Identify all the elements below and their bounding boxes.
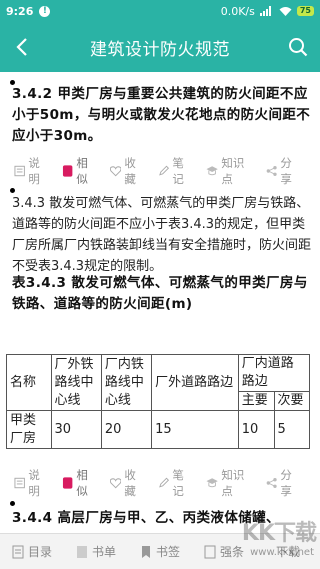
similar-label: 相似 [76,156,88,186]
similar-button[interactable]: 相似 [62,467,98,499]
booklist-icon [76,545,87,558]
bullet [10,501,15,506]
note-icon [14,165,25,177]
page-title: 建筑设计防火规范 [90,39,230,60]
action-row: 说明 相似 收藏 笔记 知识点 分享 [14,468,314,498]
favorite-button[interactable]: 收藏 [110,467,146,499]
nav-booklist-label: 书单 [91,545,116,559]
notes-label: 笔记 [172,156,184,186]
share-icon [266,477,277,489]
nav-bookmark[interactable]: 书签 [128,543,192,560]
battery-icon: 75 [296,6,314,16]
table-title: 表3.4.3 散发可燃气体、可燃蒸气的甲类厂房与铁路、道路等的防火间距(m) [12,275,308,312]
cell-outer-rail: 30 [50,410,102,449]
cell-main: 10 [237,410,275,449]
watermark-url: www.kkx.net [250,547,314,558]
catalog-icon [12,545,24,558]
header-inner-road: 厂内道路路边 [237,354,311,392]
pen-icon [159,165,170,176]
strong-icon [204,545,216,558]
share-label: 分享 [280,468,292,498]
share-button[interactable]: 分享 [266,467,302,499]
header-inner-rail: 厂内铁路线中心线 [100,354,153,411]
cell-inner-rail: 20 [100,410,153,449]
alert-icon: ! [39,5,51,17]
explain-label: 说明 [28,156,40,186]
notes-button[interactable]: 笔记 [158,467,194,499]
bookmark-pink-icon [62,165,73,177]
note-icon [14,477,25,489]
nav-strong-label: 强条 [219,545,244,559]
share-icon [266,165,277,177]
share-button[interactable]: 分享 [266,155,302,187]
knowledge-label: 知识点 [221,468,245,498]
bookmark-pink-icon [62,477,73,489]
knowledge-label: 知识点 [221,156,245,186]
cell-outer-road: 15 [151,410,239,449]
signal-icon [259,6,271,16]
similar-button[interactable]: 相似 [62,155,98,187]
cell-secondary: 5 [273,410,311,449]
nav-booklist[interactable]: 书单 [64,543,128,560]
row-name: 甲类厂房 [6,410,52,449]
share-label: 分享 [280,156,292,186]
header-name: 名称 [6,354,52,411]
clause-3-4-3: 3.4.3 散发可燃气体、可燃蒸气的甲类厂房与铁路、道路等的防火间距不应小于表3… [12,196,312,274]
wifi-icon [279,7,292,16]
action-row: 说明 相似 收藏 笔记 知识点 分享 [14,156,314,186]
search-icon [289,38,308,57]
status-right: 0.0K/s 75 [221,5,314,18]
header-outer-rail: 厂外铁路线中心线 [50,354,102,411]
status-bar: 9:26 ! 0.0K/s 75 [0,0,320,22]
watermark-logo: KK下载 [241,521,317,546]
app-bar: 建筑设计防火规范 [0,22,320,72]
heart-icon [110,166,122,177]
pen-icon [159,477,170,488]
network-speed: 0.0K/s [220,4,255,18]
header-secondary: 次要 [273,391,311,411]
back-button[interactable] [0,22,44,72]
explain-button[interactable]: 说明 [14,467,50,499]
header-outer-road: 厂外道路路边 [151,354,239,411]
nav-catalog-label: 目录 [27,545,52,559]
clause-3-4-2: 3.4.2 甲类厂房与重要公共建筑的防火间距不应小于50m，与明火或散发火花地点… [12,86,311,144]
graduation-cap-icon [206,478,218,488]
similar-label: 相似 [76,468,88,498]
favorite-label: 收藏 [124,468,136,498]
distance-table: 名称 厂外铁路线中心线 厂内铁路线中心线 厂外道路路边 厂内道路路边 主要 次要… [6,354,311,449]
heart-icon [110,478,122,489]
favorite-label: 收藏 [124,156,136,186]
notes-button[interactable]: 笔记 [158,155,194,187]
bookmark-icon [141,545,150,558]
content-area[interactable]: 3.4.2 甲类厂房与重要公共建筑的防火间距不应小于50m，与明火或散发火花地点… [0,72,320,533]
knowledge-button[interactable]: 知识点 [206,467,254,499]
status-time: 9:26 [6,4,34,18]
explain-button[interactable]: 说明 [14,155,50,187]
favorite-button[interactable]: 收藏 [110,155,146,187]
back-arrow-icon [16,38,27,56]
explain-label: 说明 [28,468,40,498]
graduation-cap-icon [206,166,218,176]
search-button[interactable] [276,22,320,72]
nav-bookmark-label: 书签 [155,545,180,559]
notes-label: 笔记 [172,468,184,498]
knowledge-button[interactable]: 知识点 [206,155,254,187]
nav-catalog[interactable]: 目录 [0,543,64,560]
header-main: 主要 [237,391,275,411]
